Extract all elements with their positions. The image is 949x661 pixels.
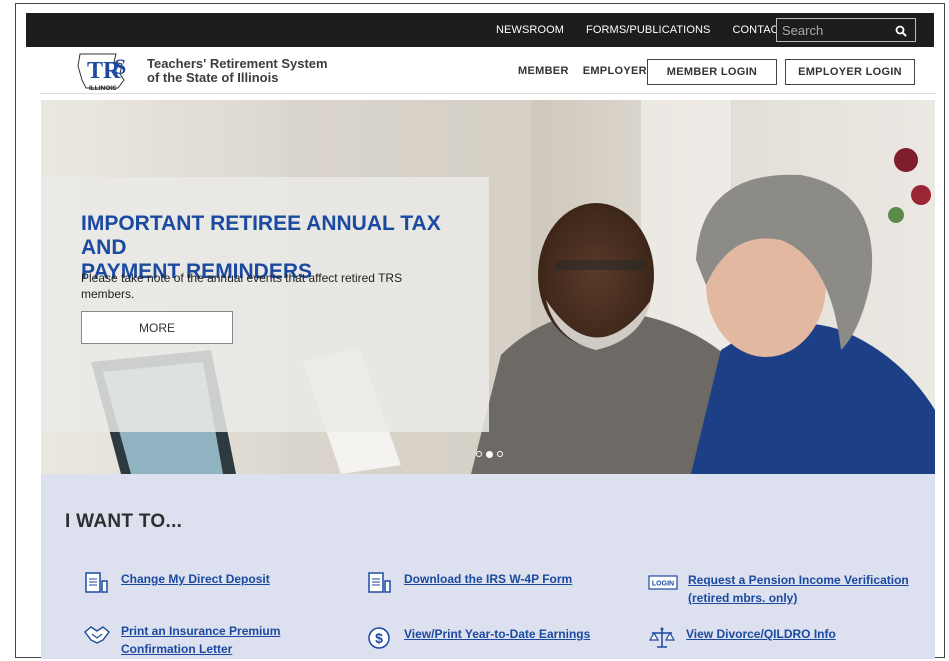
scales-icon <box>648 626 676 650</box>
pension-verification-link[interactable]: Request a Pension Income Verification <box>688 573 909 587</box>
dollar-icon: $ <box>366 626 394 650</box>
handshake-icon <box>83 622 111 646</box>
quick-link-direct-deposit[interactable]: Change My Direct Deposit <box>83 571 270 595</box>
main-nav: MEMBER EMPLOYER <box>518 65 647 77</box>
quick-link-pension-verification[interactable]: LOGIN Request a Pension Income Verificat… <box>648 571 909 607</box>
carousel-dots <box>476 451 503 458</box>
org-name-line1: Teachers' Retirement System <box>147 56 328 71</box>
employer-login-button[interactable]: EMPLOYER LOGIN <box>785 59 915 85</box>
more-button[interactable]: MORE <box>81 311 233 344</box>
site-header: TR S ILLINOIS Teachers' Retirement Syste… <box>40 47 936 94</box>
divorce-qildro-link[interactable]: View Divorce/QILDRO Info <box>686 626 836 642</box>
quick-link-insurance-premium[interactable]: Print an Insurance Premium Confirmation … <box>83 622 280 658</box>
member-login-button[interactable]: MEMBER LOGIN <box>647 59 777 85</box>
member-nav-link[interactable]: MEMBER <box>518 65 569 77</box>
login-icon-text: LOGIN <box>652 581 674 588</box>
newsroom-link[interactable]: NEWSROOM <box>496 24 564 36</box>
hero-carousel: IMPORTANT RETIREE ANNUAL TAX AND PAYMENT… <box>41 100 935 474</box>
carousel-dot-2[interactable] <box>486 451 493 458</box>
org-name-line2: of the State of Illinois <box>147 70 279 85</box>
search-icon[interactable] <box>895 24 907 42</box>
i-want-to-section: I WANT TO... Change My Direct Deposit Do… <box>41 474 935 659</box>
login-icon: LOGIN <box>648 571 678 595</box>
svg-text:ILLINOIS: ILLINOIS <box>89 85 117 92</box>
quick-link-divorce-qildro[interactable]: View Divorce/QILDRO Info <box>648 626 836 650</box>
i-want-to-heading: I WANT TO... <box>65 511 183 532</box>
ytd-earnings-link[interactable]: View/Print Year-to-Date Earnings <box>404 626 590 642</box>
hero-title-line1: IMPORTANT RETIREE ANNUAL TAX AND <box>81 212 441 259</box>
hero-body: Please take note of the annual events th… <box>81 271 403 301</box>
document-icon <box>83 571 111 595</box>
search-input[interactable] <box>777 21 894 39</box>
insurance-premium-link-line2[interactable]: Confirmation Letter <box>121 642 232 656</box>
download-w4p-link[interactable]: Download the IRS W-4P Form <box>404 571 572 587</box>
utility-nav: NEWSROOM FORMS/PUBLICATIONS CONTACT <box>496 13 786 47</box>
carousel-dot-3[interactable] <box>497 451 503 457</box>
search-box <box>776 18 916 42</box>
svg-text:$: $ <box>375 630 383 646</box>
forms-publications-link[interactable]: FORMS/PUBLICATIONS <box>586 24 710 36</box>
document-icon <box>366 571 394 595</box>
insurance-premium-link[interactable]: Print an Insurance Premium <box>121 624 280 638</box>
pension-verification-link-line2[interactable]: (retired mbrs. only) <box>688 591 797 605</box>
employer-nav-link[interactable]: EMPLOYER <box>583 65 647 77</box>
quick-link-ytd-earnings[interactable]: $ View/Print Year-to-Date Earnings <box>366 626 590 650</box>
svg-text:S: S <box>114 54 126 79</box>
carousel-dot-1[interactable] <box>476 451 482 457</box>
change-direct-deposit-link[interactable]: Change My Direct Deposit <box>121 571 270 587</box>
trs-logo[interactable]: TR S ILLINOIS <box>76 50 138 92</box>
quick-link-w4p[interactable]: Download the IRS W-4P Form <box>366 571 572 595</box>
top-utility-bar: NEWSROOM FORMS/PUBLICATIONS CONTACT <box>26 13 934 47</box>
org-name[interactable]: Teachers' Retirement System of the State… <box>147 57 328 85</box>
